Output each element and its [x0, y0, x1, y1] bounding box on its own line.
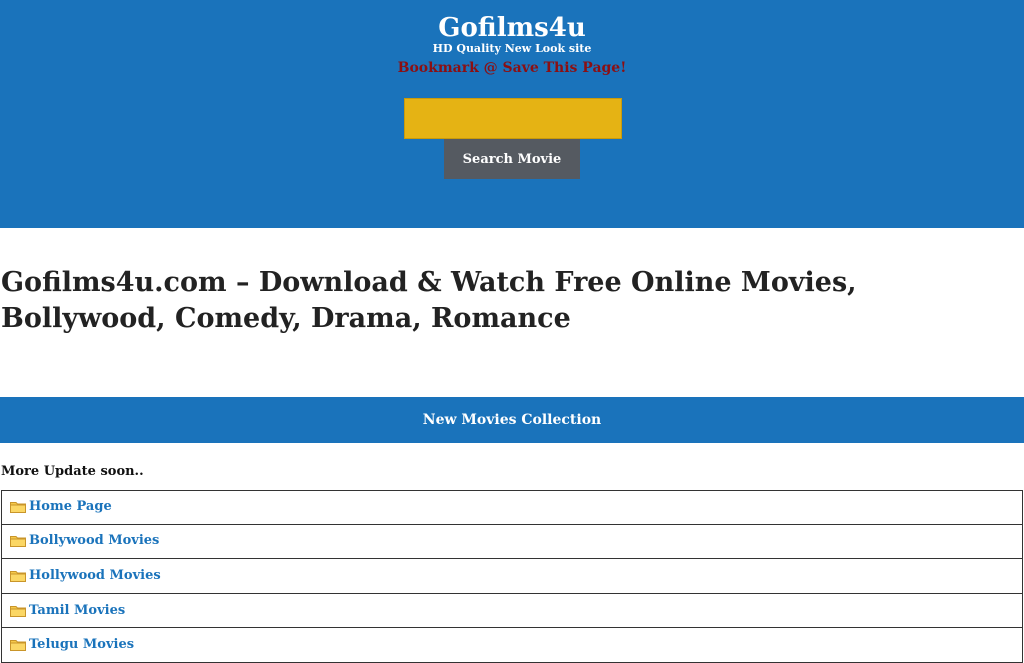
menu-link-hollywood-movies[interactable]: Hollywood Movies — [29, 567, 161, 585]
menu-link-home-page[interactable]: Home Page — [29, 498, 112, 516]
menu-item-telugu-movies[interactable]: Telugu Movies — [1, 628, 1023, 663]
category-menu: Home Page Bollywood Movies Hollywood Mov… — [1, 490, 1023, 663]
bookmark-notice: Bookmark @ Save This Page! — [397, 60, 627, 76]
page-title-line-1: Gofilms4u.com – Download & Watch Free On… — [1, 267, 857, 298]
folder-icon — [10, 605, 26, 617]
folder-icon — [10, 570, 26, 582]
menu-link-telugu-movies[interactable]: Telugu Movies — [29, 636, 134, 654]
folder-icon — [10, 639, 26, 652]
update-note: More Update soon.. — [1, 464, 144, 479]
menu-item-bollywood-movies[interactable]: Bollywood Movies — [1, 524, 1023, 560]
site-title[interactable]: Gofilms4u — [0, 12, 1024, 44]
menu-item-hollywood-movies[interactable]: Hollywood Movies — [1, 559, 1023, 594]
menu-item-tamil-movies[interactable]: Tamil Movies — [1, 593, 1023, 629]
folder-icon — [10, 501, 26, 514]
folder-icon — [10, 535, 26, 548]
section-header-new-movies: New Movies Collection — [0, 397, 1024, 443]
site-tagline: HD Quality New Look site — [432, 42, 592, 55]
page-title: Gofilms4u.com – Download & Watch Free On… — [1, 265, 1001, 337]
menu-link-tamil-movies[interactable]: Tamil Movies — [29, 602, 125, 620]
menu-link-bollywood-movies[interactable]: Bollywood Movies — [29, 532, 159, 550]
search-input[interactable] — [404, 98, 622, 139]
page-title-line-2: Bollywood, Comedy, Drama, Romance — [1, 303, 571, 334]
search-movie-button[interactable]: Search Movie — [444, 139, 580, 179]
site-header: Gofilms4u HD Quality New Look site Bookm… — [0, 0, 1024, 228]
menu-item-home-page[interactable]: Home Page — [1, 490, 1023, 525]
